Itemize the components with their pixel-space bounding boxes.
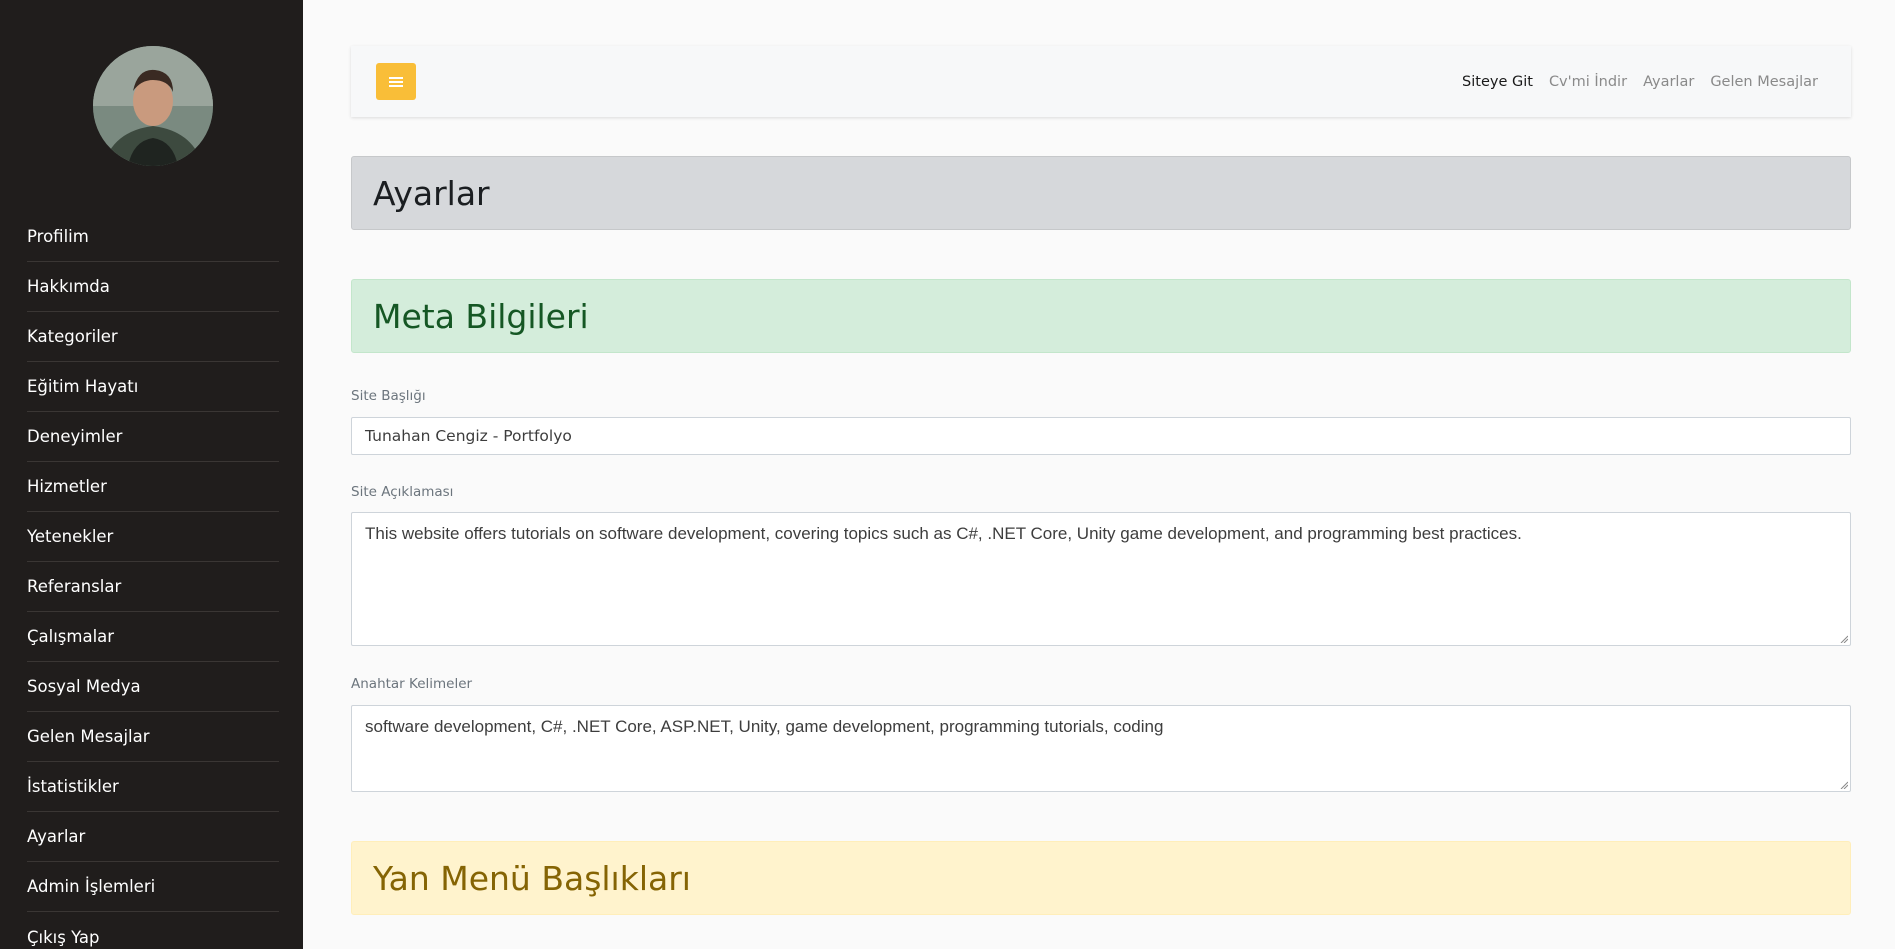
sidebar-item-label: Sosyal Medya bbox=[27, 677, 141, 696]
sidebar-item-ayarlar[interactable]: Ayarlar bbox=[27, 812, 279, 862]
sidebar-item-label: Profilim bbox=[27, 227, 89, 246]
sidebar-item-label: Eğitim Hayatı bbox=[27, 377, 139, 396]
meta-section-title: Meta Bilgileri bbox=[373, 296, 589, 336]
hamburger-icon bbox=[389, 76, 403, 87]
sidebar-item-kategoriler[interactable]: Kategoriler bbox=[27, 312, 279, 362]
sidebar-item-profilim[interactable]: Profilim bbox=[27, 212, 279, 262]
sidebar-item-label: Çalışmalar bbox=[27, 627, 115, 646]
sidebar-nav: Profilim Hakkımda Kategoriler Eğitim Hay… bbox=[27, 212, 279, 949]
site-title-input[interactable]: Tunahan Cengiz - Portfolyo bbox=[351, 417, 1851, 455]
keywords-label: Anahtar Kelimeler bbox=[351, 676, 473, 692]
page-title: Ayarlar bbox=[351, 156, 1851, 230]
sidebar-item-label: Ayarlar bbox=[27, 827, 86, 846]
sidebar-item-label: İstatistikler bbox=[27, 777, 119, 796]
site-description-value: This website offers tutorials on softwar… bbox=[365, 524, 1522, 543]
sidebar-item-label: Gelen Mesajlar bbox=[27, 727, 150, 746]
resize-handle-icon[interactable] bbox=[1840, 781, 1848, 789]
sidebar-item-referanslar[interactable]: Referanslar bbox=[27, 562, 279, 612]
side-menu-section-title: Yan Menü Başlıkları bbox=[373, 858, 691, 898]
sidebar-toggle-button[interactable] bbox=[376, 63, 416, 100]
sidebar-item-label: Çıkış Yap bbox=[27, 927, 100, 947]
sidebar-item-label: Hizmetler bbox=[27, 477, 107, 496]
sidebar-item-istatistikler[interactable]: İstatistikler bbox=[27, 762, 279, 812]
meta-section-header: Meta Bilgileri bbox=[351, 279, 1851, 353]
sidebar-item-label: Deneyimler bbox=[27, 427, 123, 446]
keywords-textarea[interactable]: software development, C#, .NET Core, ASP… bbox=[351, 705, 1851, 792]
sidebar-item-label: Hakkımda bbox=[27, 277, 110, 296]
sidebar-item-yetenekler[interactable]: Yetenekler bbox=[27, 512, 279, 562]
sidebar-item-sosyal-medya[interactable]: Sosyal Medya bbox=[27, 662, 279, 712]
sidebar-item-admin-islemleri[interactable]: Admin İşlemleri bbox=[27, 862, 279, 912]
sidebar-item-hakkimda[interactable]: Hakkımda bbox=[27, 262, 279, 312]
nav-link-gelen-mesajlar[interactable]: Gelen Mesajlar bbox=[1710, 74, 1818, 90]
site-description-label: Site Açıklaması bbox=[351, 484, 454, 500]
avatar bbox=[93, 46, 213, 166]
side-menu-section-header: Yan Menü Başlıkları bbox=[351, 841, 1851, 915]
sidebar-item-label: Kategoriler bbox=[27, 327, 118, 346]
nav-link-cv-indir[interactable]: Cv'mi İndir bbox=[1549, 74, 1627, 90]
resize-handle-icon[interactable] bbox=[1840, 635, 1848, 643]
sidebar-item-label: Yetenekler bbox=[27, 527, 114, 546]
sidebar-item-egitim-hayati[interactable]: Eğitim Hayatı bbox=[27, 362, 279, 412]
top-nav-links: Siteye Git Cv'mi İndir Ayarlar Gelen Mes… bbox=[1462, 46, 1818, 117]
sidebar-item-gelen-mesajlar[interactable]: Gelen Mesajlar bbox=[27, 712, 279, 762]
sidebar-item-calismalar[interactable]: Çalışmalar bbox=[27, 612, 279, 662]
site-title-label: Site Başlığı bbox=[351, 388, 426, 404]
sidebar-item-label: Referanslar bbox=[27, 577, 122, 596]
keywords-value: software development, C#, .NET Core, ASP… bbox=[365, 717, 1164, 736]
sidebar: Profilim Hakkımda Kategoriler Eğitim Hay… bbox=[0, 0, 303, 949]
nav-link-siteye-git[interactable]: Siteye Git bbox=[1462, 74, 1533, 90]
site-description-textarea[interactable]: This website offers tutorials on softwar… bbox=[351, 512, 1851, 646]
nav-link-ayarlar[interactable]: Ayarlar bbox=[1643, 74, 1694, 90]
sidebar-item-label: Admin İşlemleri bbox=[27, 877, 156, 896]
sidebar-item-cikis-yap[interactable]: Çıkış Yap bbox=[27, 912, 279, 949]
top-navbar: Siteye Git Cv'mi İndir Ayarlar Gelen Mes… bbox=[351, 46, 1851, 117]
page-title-text: Ayarlar bbox=[373, 173, 490, 213]
site-title-value: Tunahan Cengiz - Portfolyo bbox=[365, 427, 572, 445]
sidebar-item-hizmetler[interactable]: Hizmetler bbox=[27, 462, 279, 512]
sidebar-item-deneyimler[interactable]: Deneyimler bbox=[27, 412, 279, 462]
profile-photo bbox=[93, 46, 213, 166]
